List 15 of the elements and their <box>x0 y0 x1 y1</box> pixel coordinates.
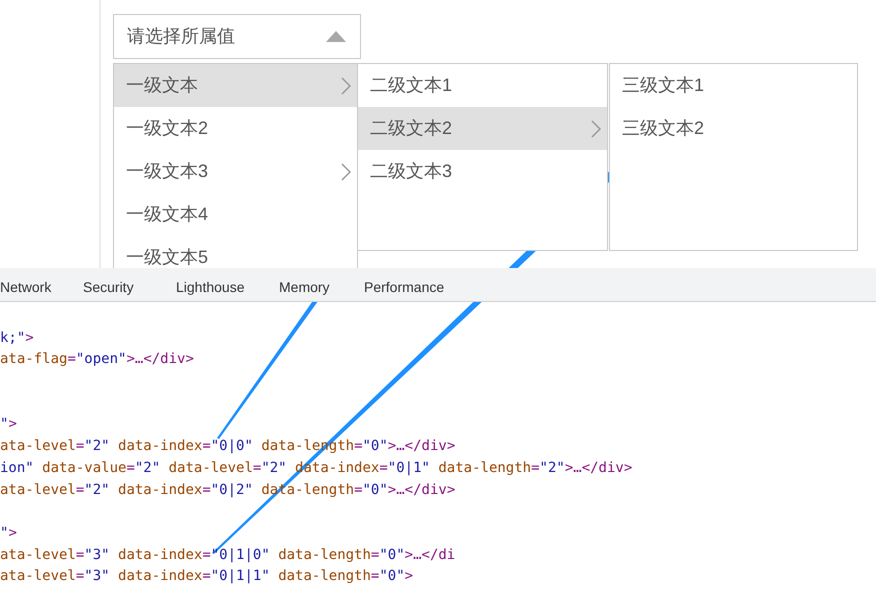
devtools-tab[interactable]: Network <box>0 277 52 298</box>
devtools-tab[interactable]: Performance <box>364 277 444 298</box>
select-placeholder: 请选择所属值 <box>127 25 235 48</box>
devtools-tab[interactable]: Lighthouse <box>176 277 245 298</box>
menu-item[interactable]: 一级文本 <box>114 64 357 107</box>
select-field[interactable]: 请选择所属值 <box>113 14 361 59</box>
code-line: k;"> <box>0 330 34 346</box>
code-line: ata-level="3" data-index="0|1|1" data-length="0"> <box>0 568 414 584</box>
code-line: ata-flag="open">…</div> <box>0 351 194 368</box>
devtools-tab[interactable]: Security <box>83 277 134 298</box>
code-line: "> <box>0 416 17 432</box>
code-line: ata-level="3" data-index="0|1|0" data-length="0">…</di <box>0 546 456 563</box>
menu-item[interactable]: 二级文本2 <box>358 107 607 150</box>
code-line: "> <box>0 524 17 541</box>
devtools-tab[interactable]: Memory <box>279 277 330 298</box>
